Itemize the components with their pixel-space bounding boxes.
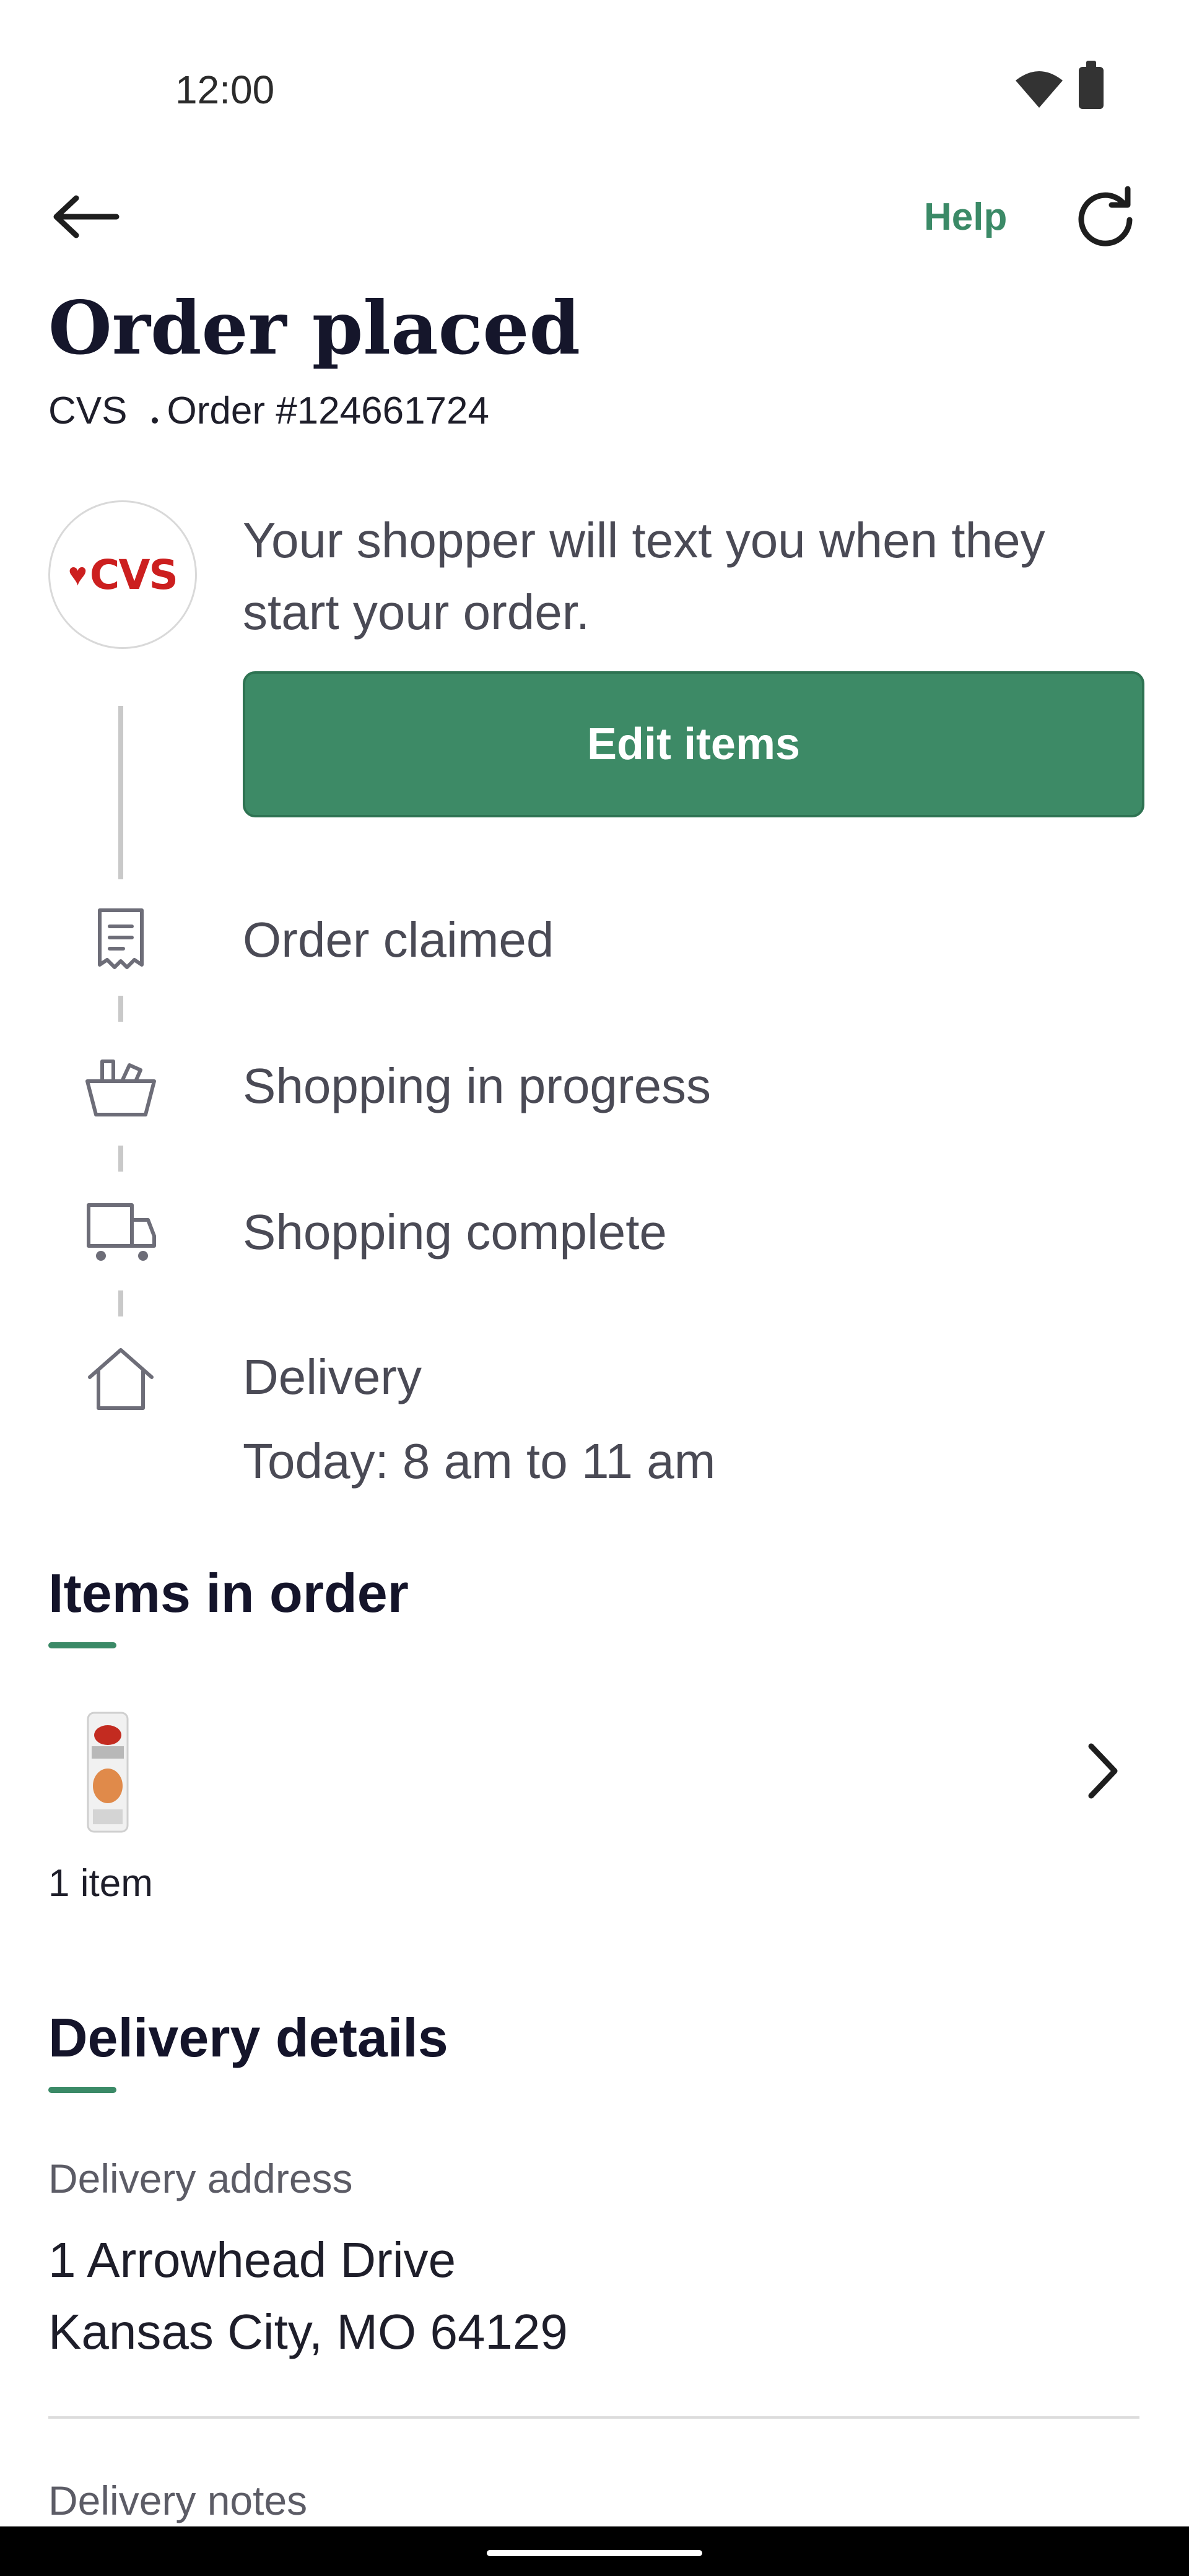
order-subline: CVS Order #124661724 (48, 389, 489, 433)
separator-dot (152, 417, 159, 424)
items-section-title: Items in order (48, 1562, 409, 1624)
delivery-notes-label: Delivery notes (48, 2478, 308, 2523)
receipt-icon (81, 899, 161, 980)
wifi-icon (1014, 69, 1064, 112)
delivery-window: Today: 8 am to 11 am (243, 1434, 716, 1489)
step-shopping-complete: Shopping complete (243, 1204, 667, 1260)
refresh-icon (1078, 186, 1133, 246)
timeline-dash (118, 1146, 123, 1172)
section-underline (48, 1642, 116, 1648)
chevron-right-icon (1088, 1743, 1118, 1799)
shopper-message: Your shopper will text you when they sta… (243, 513, 1045, 640)
address-line-1: 1 Arrowhead Drive (48, 2232, 456, 2287)
items-chevron-button[interactable] (1065, 1734, 1139, 1808)
battery-icon (1079, 61, 1104, 109)
home-icon (81, 1338, 161, 1418)
store-logo: ♥ CVS (48, 500, 197, 649)
timeline-line (118, 706, 123, 879)
store-logo-text: CVS (89, 550, 178, 599)
step-delivery: Delivery (243, 1349, 422, 1404)
product-thumbnail[interactable] (85, 1710, 130, 1834)
delivery-address: 1 Arrowhead Drive Kansas City, MO 64129 (48, 2224, 568, 2368)
section-underline (48, 2087, 116, 2093)
address-line-2: Kansas City, MO 64129 (48, 2304, 568, 2359)
refresh-button[interactable] (1065, 180, 1146, 260)
order-number: Order #124661724 (167, 389, 490, 432)
item-count: 1 item (48, 1862, 153, 1905)
delivery-section-title: Delivery details (48, 2007, 448, 2068)
store-name: CVS (48, 389, 128, 432)
order-number-wrap: Order #124661724 (152, 389, 489, 433)
heart-icon: ♥ (68, 557, 87, 593)
back-button[interactable] (48, 186, 123, 248)
timeline-dash (118, 1290, 123, 1316)
step-order-claimed: Order claimed (243, 912, 554, 967)
step-shopping-in-progress: Shopping in progress (243, 1058, 712, 1113)
arrow-left-icon (53, 195, 120, 238)
cart-icon (81, 1191, 161, 1272)
divider (48, 2416, 1139, 2419)
page-title: Order placed (48, 285, 581, 371)
home-gesture-handle[interactable] (487, 2550, 702, 2556)
delivery-address-label: Delivery address (48, 2156, 353, 2201)
timeline-dash (118, 996, 123, 1022)
help-link[interactable]: Help (924, 195, 1007, 239)
status-time: 12:00 (175, 67, 275, 112)
basket-icon (81, 1046, 161, 1127)
edit-items-button[interactable]: Edit items (243, 671, 1144, 817)
